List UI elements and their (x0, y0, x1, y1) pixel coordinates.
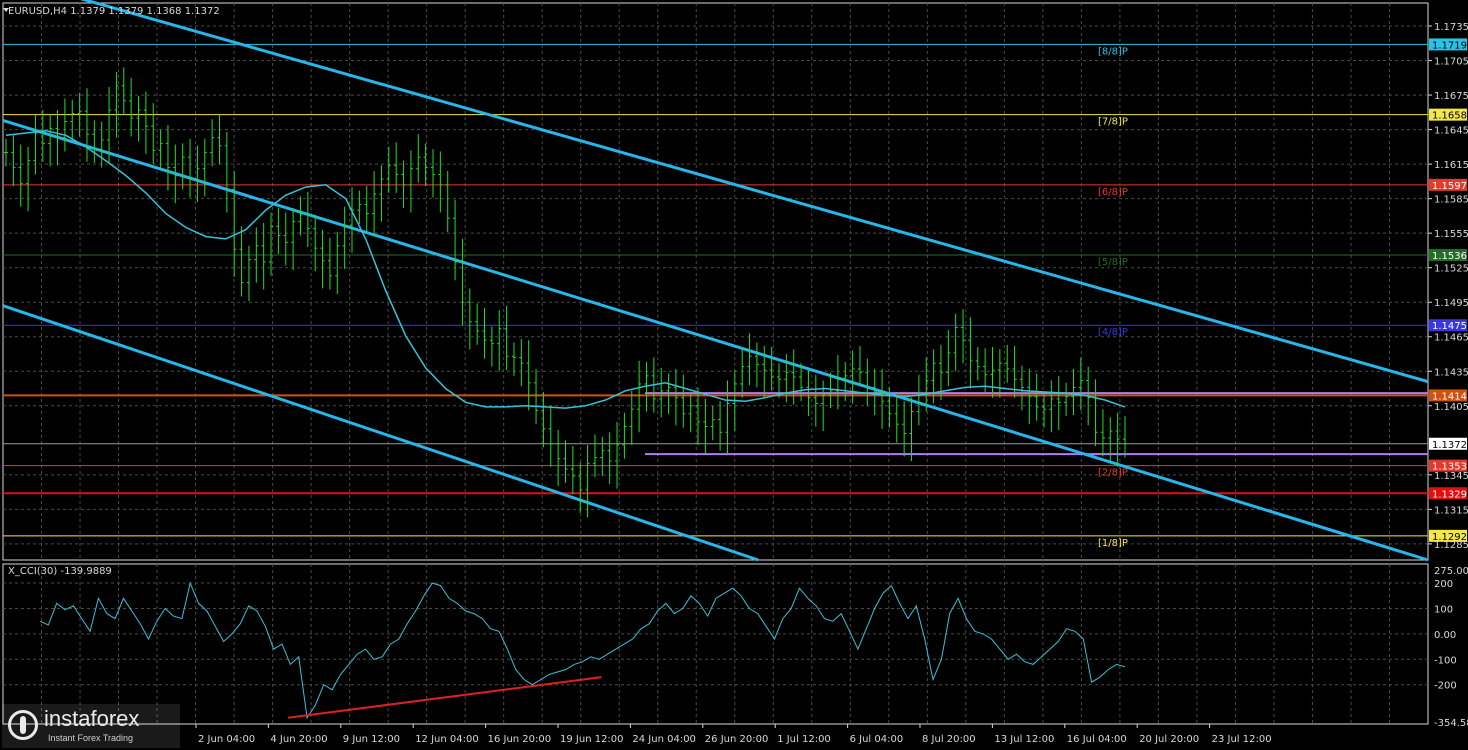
sr-axis-value: 1.1414 (1432, 391, 1467, 402)
price-tick-label: 1.1645 (1434, 126, 1468, 137)
symbol-header: EURUSD,H4 1.1379 1.1379 1.1368 1.1372 (8, 6, 220, 17)
time-tick-label: 2 Jun 04:00 (198, 734, 255, 745)
murrey-axis-value: 1.1658 (1432, 111, 1467, 122)
price-pane-frame (2, 2, 1429, 561)
murrey-level-label: [5/8]P (1098, 257, 1128, 268)
murrey-axis-value: 1.1292 (1432, 532, 1467, 543)
time-tick-label: 9 Jun 12:00 (343, 734, 400, 745)
cci-header: X_CCI(30) -139.9889 (8, 566, 112, 577)
cci-tick-label: -100 (1434, 655, 1457, 666)
price-tick-label: 1.1405 (1434, 402, 1468, 413)
cci-tick-label: 200 (1434, 579, 1453, 590)
time-tick-label: 13 Jul 12:00 (994, 734, 1054, 745)
price-tick-label: 1.1495 (1434, 298, 1468, 309)
murrey-level-label: [4/8]P (1098, 327, 1128, 338)
time-tick-label: 6 Jul 04:00 (850, 734, 904, 745)
sr-axis-value: 1.1329 (1432, 489, 1467, 500)
murrey-level-label: [1/8]P (1098, 538, 1128, 549)
murrey-axis-value: 1.1536 (1432, 251, 1467, 262)
cci-trendline (287, 676, 602, 719)
cci-line (39, 581, 1126, 720)
murrey-axis-value: 1.1597 (1432, 181, 1467, 192)
price-tick-label: 1.1615 (1434, 160, 1468, 171)
channel-line (80, 0, 1429, 384)
time-tick-label: 8 Jul 20:00 (922, 734, 976, 745)
cci-tick-label: -200 (1434, 681, 1457, 692)
time-tick-label: 12 Jun 04:00 (415, 734, 479, 745)
chart-canvas: 1.1735 1.1705 1.1675 1.1645 1.1615 1.1585 1.15… (2, 0, 1468, 745)
instaforex-icon (8, 710, 38, 740)
murrey-level-label: [2/8]P (1098, 468, 1128, 479)
time-tick-label: 1 Jul 12:00 (777, 734, 831, 745)
time-tick-label: 26 Jun 20:00 (705, 734, 769, 745)
price-tick-label: 1.1585 (1434, 195, 1468, 206)
price-tick-label: 1.1465 (1434, 333, 1468, 344)
trend-channels (2, 0, 1429, 562)
grid (3, 3, 1428, 724)
cci-tick-label: 100 (1434, 604, 1453, 615)
logo-tagline: Instant Forex Trading (48, 733, 134, 743)
price-tick-label: 1.1435 (1434, 367, 1468, 378)
instaforex-logo: instaforex Instant Forex Trading (2, 704, 180, 748)
murrey-level-label: [7/8]P (1098, 117, 1128, 128)
cci-tick-label: -354.583 (1434, 718, 1468, 729)
time-tick-label: 16 Jul 04:00 (1067, 734, 1127, 745)
murrey-axis-value: 1.1719 (1432, 40, 1467, 51)
time-tick-label: 23 Jul 12:00 (1212, 734, 1272, 745)
price-tick-label: 1.1525 (1434, 264, 1468, 275)
last-price-value: 1.1372 (1432, 440, 1467, 451)
time-tick-label: 16 Jun 20:00 (488, 734, 552, 745)
time-tick-label: 20 Jul 20:00 (1139, 734, 1199, 745)
time-tick-label: 24 Jun 04:00 (632, 734, 696, 745)
channel-line (2, 304, 759, 562)
price-tick-label: 1.1675 (1434, 91, 1468, 102)
logo-brand: instaforex (44, 706, 140, 731)
price-tick-label: 1.1315 (1434, 505, 1468, 516)
price-tick-label: 1.1705 (1434, 57, 1468, 68)
time-tick-label: 19 Jun 12:00 (560, 734, 624, 745)
cci-tick-label: 275.0021 (1434, 566, 1468, 577)
cci-tick-label: 0.00 (1434, 630, 1456, 641)
murrey-level-label: [8/8]P (1098, 46, 1128, 57)
price-tick-label: 1.1555 (1434, 229, 1468, 240)
murrey-level-label: [6/8]P (1098, 187, 1128, 198)
murrey-axis-value: 1.1475 (1432, 321, 1467, 332)
cci-pane-frame (2, 563, 1429, 725)
time-tick-label: 4 Jun 20:00 (270, 734, 327, 745)
murrey-axis-value: 1.1353 (1432, 462, 1467, 473)
price-tick-label: 1.1735 (1434, 22, 1468, 33)
